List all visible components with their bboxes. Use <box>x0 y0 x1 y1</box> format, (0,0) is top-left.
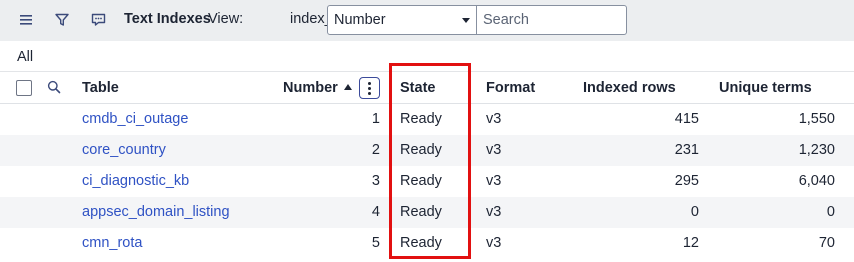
number-cell: 4 <box>371 204 380 220</box>
search-input[interactable] <box>476 5 627 35</box>
column-header-table[interactable]: Table <box>82 80 119 96</box>
format-cell: v3 <box>486 235 502 251</box>
format-cell: v3 <box>486 204 502 220</box>
table-link[interactable]: cmn_rota <box>82 235 142 251</box>
table-header: Table Number State Format Indexed rows U… <box>0 72 854 104</box>
chevron-down-icon <box>462 18 470 23</box>
table-row: cmn_rota 5 Ready v3 12 70 <box>0 228 854 259</box>
select-value: Number <box>334 12 386 28</box>
unique-terms-cell: 6,040 <box>798 173 835 189</box>
column-header-state[interactable]: State <box>400 80 435 96</box>
column-header-number[interactable]: Number <box>283 80 352 96</box>
column-header-number-label: Number <box>283 80 338 96</box>
format-cell: v3 <box>486 111 502 127</box>
list-title: Text Indexes <box>124 11 211 27</box>
number-cell: 1 <box>371 111 380 127</box>
column-header-unique-terms[interactable]: Unique terms <box>719 80 812 96</box>
format-cell: v3 <box>486 173 502 189</box>
state-cell: Ready <box>400 173 442 189</box>
table-link[interactable]: appsec_domain_listing <box>82 204 230 220</box>
search-icon[interactable] <box>47 80 61 97</box>
sort-ascending-icon <box>343 84 352 90</box>
indexed-rows-cell: 0 <box>690 204 699 220</box>
unique-terms-cell: 1,230 <box>798 142 835 158</box>
indexed-rows-cell: 12 <box>682 235 699 251</box>
number-cell: 3 <box>371 173 380 189</box>
indexed-rows-cell: 415 <box>674 111 699 127</box>
list-toolbar: Text Indexes View: index_name Number <box>0 0 854 41</box>
table-row: appsec_domain_listing 4 Ready v3 0 0 <box>0 197 854 228</box>
filter-funnel-icon[interactable] <box>51 9 73 31</box>
state-cell: Ready <box>400 111 442 127</box>
table-link[interactable]: core_country <box>82 142 166 158</box>
state-cell: Ready <box>400 204 442 220</box>
table-link[interactable]: ci_diagnostic_kb <box>82 173 189 189</box>
unique-terms-cell: 70 <box>818 235 835 251</box>
search-field-select[interactable]: Number <box>327 5 477 35</box>
format-cell: v3 <box>486 142 502 158</box>
table-row: core_country 2 Ready v3 231 1,230 <box>0 135 854 166</box>
state-cell: Ready <box>400 142 442 158</box>
vertical-dots-icon[interactable] <box>359 77 380 99</box>
breadcrumb-all[interactable]: All <box>17 49 33 65</box>
view-label: View: <box>208 11 244 27</box>
number-cell: 5 <box>371 235 380 251</box>
table-row: cmdb_ci_outage 1 Ready v3 415 1,550 <box>0 104 854 135</box>
chat-message-icon[interactable] <box>87 9 109 31</box>
hamburger-menu-icon[interactable] <box>16 9 38 31</box>
breadcrumb: All <box>0 41 854 72</box>
select-all-checkbox[interactable] <box>16 80 32 96</box>
indexed-rows-cell: 231 <box>674 142 699 158</box>
state-cell: Ready <box>400 235 442 251</box>
unique-terms-cell: 1,550 <box>798 111 835 127</box>
number-cell: 2 <box>371 142 380 158</box>
unique-terms-cell: 0 <box>826 204 835 220</box>
column-header-format[interactable]: Format <box>486 80 535 96</box>
table-row: ci_diagnostic_kb 3 Ready v3 295 6,040 <box>0 166 854 197</box>
table-link[interactable]: cmdb_ci_outage <box>82 111 188 127</box>
column-header-indexed-rows[interactable]: Indexed rows <box>583 80 676 96</box>
indexed-rows-cell: 295 <box>674 173 699 189</box>
